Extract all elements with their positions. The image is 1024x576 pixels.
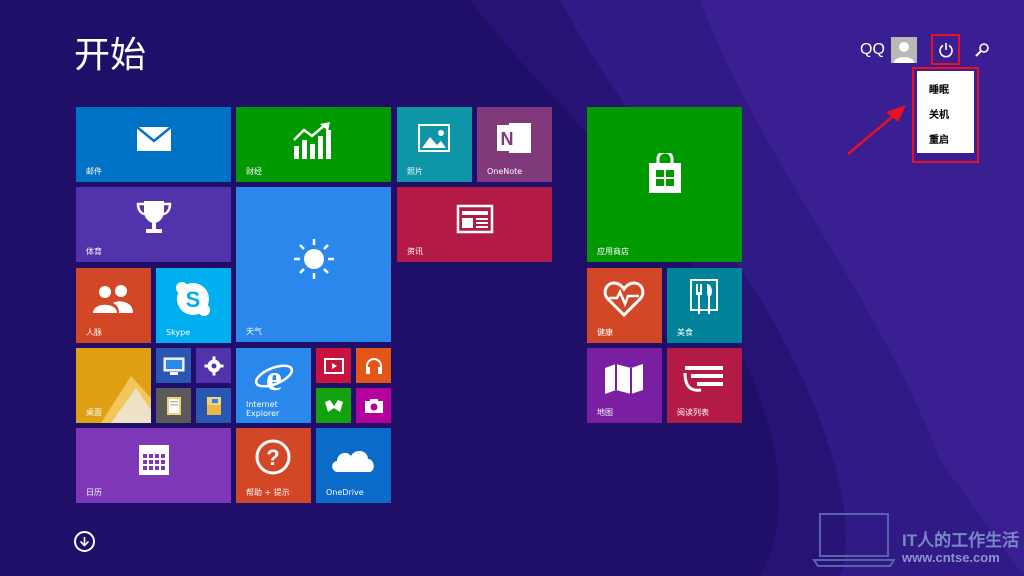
tile-reading-list[interactable]: 阅读列表 (667, 348, 742, 423)
tile-mail[interactable]: 邮件 (76, 107, 231, 182)
power-menu: 睡眠 关机 重启 (917, 71, 974, 153)
user-account[interactable]: QQ (860, 36, 917, 64)
tile-onenote[interactable]: N OneNote (477, 107, 552, 182)
ie-label-line-2: Explorer (246, 409, 280, 419)
onenote-icon: N (494, 118, 534, 158)
tile-music[interactable] (356, 348, 391, 383)
camera-icon (363, 396, 385, 416)
tile-sports[interactable]: 体育 (76, 187, 231, 262)
tile-label: 应用商店 (597, 247, 629, 257)
tile-label: 人脉 (86, 328, 102, 338)
tile-label: 财经 (246, 167, 262, 177)
arrow-down-icon (79, 537, 90, 547)
tile-games[interactable] (316, 388, 351, 423)
sun-icon (292, 237, 336, 281)
tile-people[interactable]: 人脉 (76, 268, 151, 343)
tile-label: 地图 (597, 408, 613, 418)
power-icon (938, 42, 953, 57)
tile-this-pc[interactable] (156, 348, 191, 383)
user-name: QQ (860, 41, 885, 58)
folder-icon (164, 394, 184, 418)
power-button[interactable] (931, 34, 960, 65)
tile-label: 天气 (246, 327, 262, 337)
tile-store[interactable]: 应用商店 (587, 107, 742, 262)
power-menu-item-restart[interactable]: 重启 (917, 126, 974, 151)
power-menu-item-shutdown[interactable]: 关机 (917, 101, 974, 126)
tile-label: 体育 (86, 247, 102, 257)
tile-documents[interactable] (156, 388, 191, 423)
tile-food[interactable]: 美食 (667, 268, 742, 343)
gear-icon (203, 355, 225, 377)
search-button[interactable] (972, 40, 992, 60)
skype-icon: S (174, 280, 212, 318)
fork-knife-icon (689, 278, 719, 318)
tile-label: 资讯 (407, 247, 423, 257)
tile-photos[interactable]: 照片 (397, 107, 472, 182)
mail-icon (136, 125, 172, 153)
cloud-icon (328, 444, 378, 474)
tile-label: OneDrive (326, 488, 364, 498)
calendar-icon (136, 442, 172, 478)
tile-label: 日历 (86, 488, 102, 498)
tile-label: 健康 (597, 328, 613, 338)
svg-text:?: ? (266, 445, 279, 470)
tile-file-explorer[interactable] (196, 388, 231, 423)
tile-news[interactable]: 资讯 (397, 187, 552, 262)
headphones-icon (363, 355, 385, 377)
tile-label: 桌面 (86, 408, 102, 418)
tile-label: 邮件 (86, 167, 102, 177)
tile-onedrive[interactable]: OneDrive (316, 428, 391, 503)
svg-text:S: S (186, 287, 201, 312)
tile-label: 照片 (407, 167, 423, 177)
internet-explorer-icon: e (254, 358, 294, 394)
tile-help-tips[interactable]: ? 帮助 + 提示 (236, 428, 311, 503)
file-explorer-icon (204, 394, 224, 418)
laptop-icon (812, 513, 896, 567)
tile-skype[interactable]: S Skype (156, 268, 231, 343)
user-icon (893, 42, 914, 63)
power-menu-item-sleep[interactable]: 睡眠 (917, 76, 974, 101)
tile-label: 阅读列表 (677, 408, 709, 418)
tile-maps[interactable]: 地图 (587, 348, 662, 423)
computer-icon (162, 355, 186, 377)
svg-text:e: e (266, 358, 282, 394)
watermark-title: IT人的工作生活 (902, 531, 1020, 550)
avatar[interactable] (890, 37, 917, 63)
watermark-url: www.cntse.com (902, 550, 1000, 565)
watermark: IT人的工作生活 www.cntse.com (812, 512, 1022, 572)
video-icon (323, 356, 345, 376)
tile-pc-settings[interactable] (196, 348, 231, 383)
tile-label: Skype (166, 328, 191, 338)
reading-list-icon (683, 362, 725, 394)
people-icon (90, 282, 136, 316)
tile-health[interactable]: 健康 (587, 268, 662, 343)
map-icon (603, 362, 645, 396)
tile-calendar[interactable]: 日历 (76, 428, 231, 503)
news-icon (455, 203, 495, 235)
help-icon: ? (254, 438, 292, 476)
store-bag-icon (645, 151, 685, 197)
tile-internet-explorer[interactable]: e Internet Explorer (236, 348, 311, 423)
tile-weather[interactable]: 天气 (236, 187, 391, 342)
tile-label: 美食 (677, 328, 693, 338)
photos-icon (417, 123, 451, 153)
finance-chart-icon (292, 121, 336, 161)
tile-label: Internet Explorer (246, 401, 279, 419)
trophy-icon (134, 197, 174, 237)
tile-label: OneNote (487, 167, 523, 177)
tile-label: 帮助 + 提示 (246, 488, 290, 498)
game-controller-icon (322, 396, 346, 416)
tile-desktop[interactable]: 桌面 (76, 348, 151, 423)
search-icon (975, 43, 989, 57)
start-title: 开始 (74, 35, 147, 76)
tile-finance[interactable]: 财经 (236, 107, 391, 182)
all-apps-button[interactable] (74, 531, 95, 552)
svg-text:N: N (501, 129, 514, 149)
tile-camera[interactable] (356, 388, 391, 423)
tile-video[interactable] (316, 348, 351, 383)
heart-icon (603, 280, 645, 318)
